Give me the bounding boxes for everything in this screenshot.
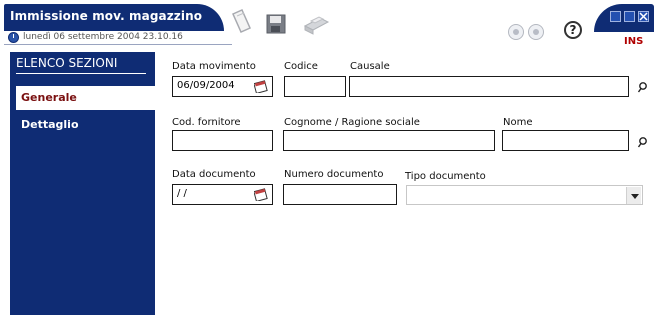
- cod-fornitore-label: Cod. fornitore: [172, 117, 241, 128]
- cognome-field[interactable]: [283, 130, 495, 151]
- print-icon[interactable]: [302, 12, 330, 42]
- pages-icon[interactable]: [228, 8, 254, 38]
- title-bar: Immissione mov. magazzino lunedì 06 sett…: [0, 0, 656, 47]
- nome-field[interactable]: [502, 130, 629, 151]
- data-documento-field[interactable]: / /: [172, 184, 273, 205]
- cognome-label: Cognome / Ragione sociale: [284, 117, 420, 128]
- numero-documento-field[interactable]: [283, 184, 397, 205]
- tipo-documento-select[interactable]: [406, 185, 643, 205]
- maximize-icon[interactable]: [624, 11, 635, 22]
- codice-label: Codice: [284, 61, 318, 72]
- date-strip: lunedì 06 settembre 2004 23.10.16: [4, 31, 232, 45]
- next-icon[interactable]: [528, 24, 544, 40]
- data-movimento-label: Data movimento: [172, 61, 256, 72]
- sections-sidebar: ELENCO SEZIONI Generale Dettaglio: [10, 52, 155, 315]
- close-icon[interactable]: [638, 11, 649, 22]
- lookup-icon[interactable]: [637, 81, 649, 93]
- numero-documento-label: Numero documento: [284, 169, 384, 180]
- mode-indicator: INS: [624, 36, 644, 47]
- chevron-down-icon[interactable]: [626, 187, 641, 204]
- window-title: Immissione mov. magazzino: [10, 9, 203, 23]
- codice-field[interactable]: [284, 76, 346, 97]
- datetime-text: lunedì 06 settembre 2004 23.10.16: [23, 32, 183, 42]
- lookup-icon[interactable]: [637, 136, 649, 148]
- calendar-icon[interactable]: [253, 79, 268, 94]
- sidebar-item-label: Generale: [21, 91, 77, 104]
- sidebar-item-generale[interactable]: Generale: [16, 86, 155, 110]
- sidebar-item-dettaglio[interactable]: Dettaglio: [21, 118, 79, 131]
- calendar-icon[interactable]: [253, 187, 268, 202]
- data-documento-label: Data documento: [172, 169, 256, 180]
- help-icon[interactable]: ?: [564, 21, 582, 39]
- clock-icon: [8, 32, 19, 43]
- window-controls: [594, 4, 654, 32]
- title-tab: Immissione mov. magazzino: [4, 4, 224, 31]
- data-movimento-value: 06/09/2004: [177, 80, 235, 91]
- sidebar-title: ELENCO SEZIONI: [16, 56, 118, 70]
- data-documento-value: / /: [177, 188, 187, 199]
- causale-label: Causale: [350, 61, 390, 72]
- save-icon[interactable]: [266, 14, 288, 44]
- prev-icon[interactable]: [508, 24, 524, 40]
- minimize-icon[interactable]: [610, 11, 621, 22]
- nome-label: Nome: [503, 117, 533, 128]
- tipo-documento-label: Tipo documento: [405, 171, 486, 182]
- causale-field[interactable]: [349, 76, 629, 97]
- sidebar-divider: [16, 73, 146, 74]
- cod-fornitore-field[interactable]: [172, 130, 273, 151]
- data-movimento-field[interactable]: 06/09/2004: [172, 76, 273, 97]
